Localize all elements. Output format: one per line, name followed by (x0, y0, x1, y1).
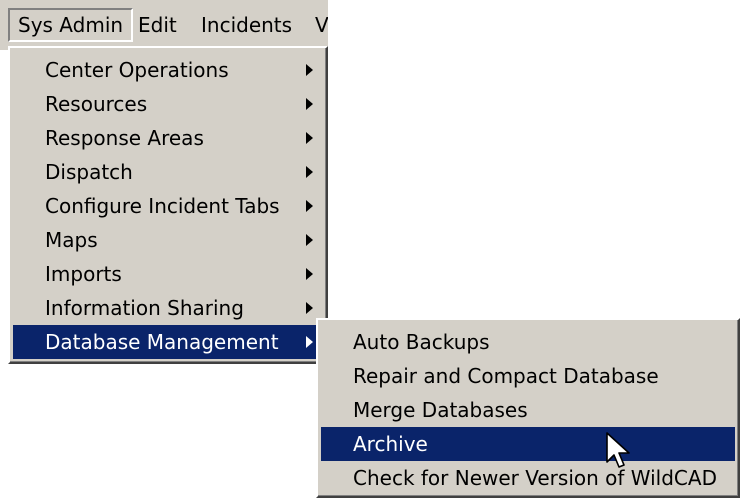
menu-item-merge-databases[interactable]: Merge Databases (321, 393, 735, 427)
menu-item-maps[interactable]: Maps (13, 223, 323, 257)
submenu-arrow-icon (306, 64, 313, 76)
menu-item-resources[interactable]: Resources (13, 87, 323, 121)
menu-sys-admin[interactable]: Sys Admin (8, 8, 134, 42)
menu-item-label: Dispatch (45, 160, 133, 184)
menu-item-label: Auto Backups (353, 330, 490, 354)
menu-item-information-sharing[interactable]: Information Sharing (13, 291, 323, 325)
menu-item-label: Database Management (45, 330, 279, 354)
submenu-arrow-icon (306, 234, 313, 246)
menu-item-label: Information Sharing (45, 296, 244, 320)
menu-item-center-operations[interactable]: Center Operations (13, 53, 323, 87)
menu-item-label: Merge Databases (353, 398, 528, 422)
menu-item-response-areas[interactable]: Response Areas (13, 121, 323, 155)
sys-admin-dropdown: Center Operations Resources Response Are… (8, 46, 328, 364)
menu-item-check-newer-version[interactable]: Check for Newer Version of WildCAD (321, 461, 735, 495)
menu-item-repair-compact-database[interactable]: Repair and Compact Database (321, 359, 735, 393)
menu-item-imports[interactable]: Imports (13, 257, 323, 291)
submenu-arrow-icon (306, 268, 313, 280)
menu-item-label: Configure Incident Tabs (45, 194, 280, 218)
menu-item-label: Imports (45, 262, 122, 286)
menu-item-archive[interactable]: Archive (321, 427, 735, 461)
submenu-arrow-icon (306, 302, 313, 314)
menu-item-database-management[interactable]: Database Management (13, 325, 323, 359)
menu-bar: Sys Admin Edit Incidents V (0, 0, 328, 50)
submenu-arrow-icon (306, 200, 313, 212)
submenu-arrow-icon (306, 98, 313, 110)
menu-item-label: Resources (45, 92, 148, 116)
database-management-submenu: Auto Backups Repair and Compact Database… (316, 318, 740, 498)
menu-view-truncated[interactable]: V (307, 8, 328, 42)
submenu-arrow-icon (306, 166, 313, 178)
menu-item-label: Center Operations (45, 58, 229, 82)
menu-item-label: Repair and Compact Database (353, 364, 659, 388)
arrow-pointer-icon (606, 432, 632, 477)
menu-item-auto-backups[interactable]: Auto Backups (321, 325, 735, 359)
submenu-arrow-icon (306, 336, 313, 348)
menu-item-dispatch[interactable]: Dispatch (13, 155, 323, 189)
menu-item-configure-incident-tabs[interactable]: Configure Incident Tabs (13, 189, 323, 223)
menu-incidents[interactable]: Incidents (193, 8, 300, 42)
menu-item-label: Check for Newer Version of WildCAD (353, 466, 717, 490)
menu-item-label: Archive (353, 432, 428, 456)
menu-edit[interactable]: Edit (130, 8, 185, 42)
menu-item-label: Maps (45, 228, 98, 252)
menu-item-label: Response Areas (45, 126, 204, 150)
submenu-arrow-icon (306, 132, 313, 144)
